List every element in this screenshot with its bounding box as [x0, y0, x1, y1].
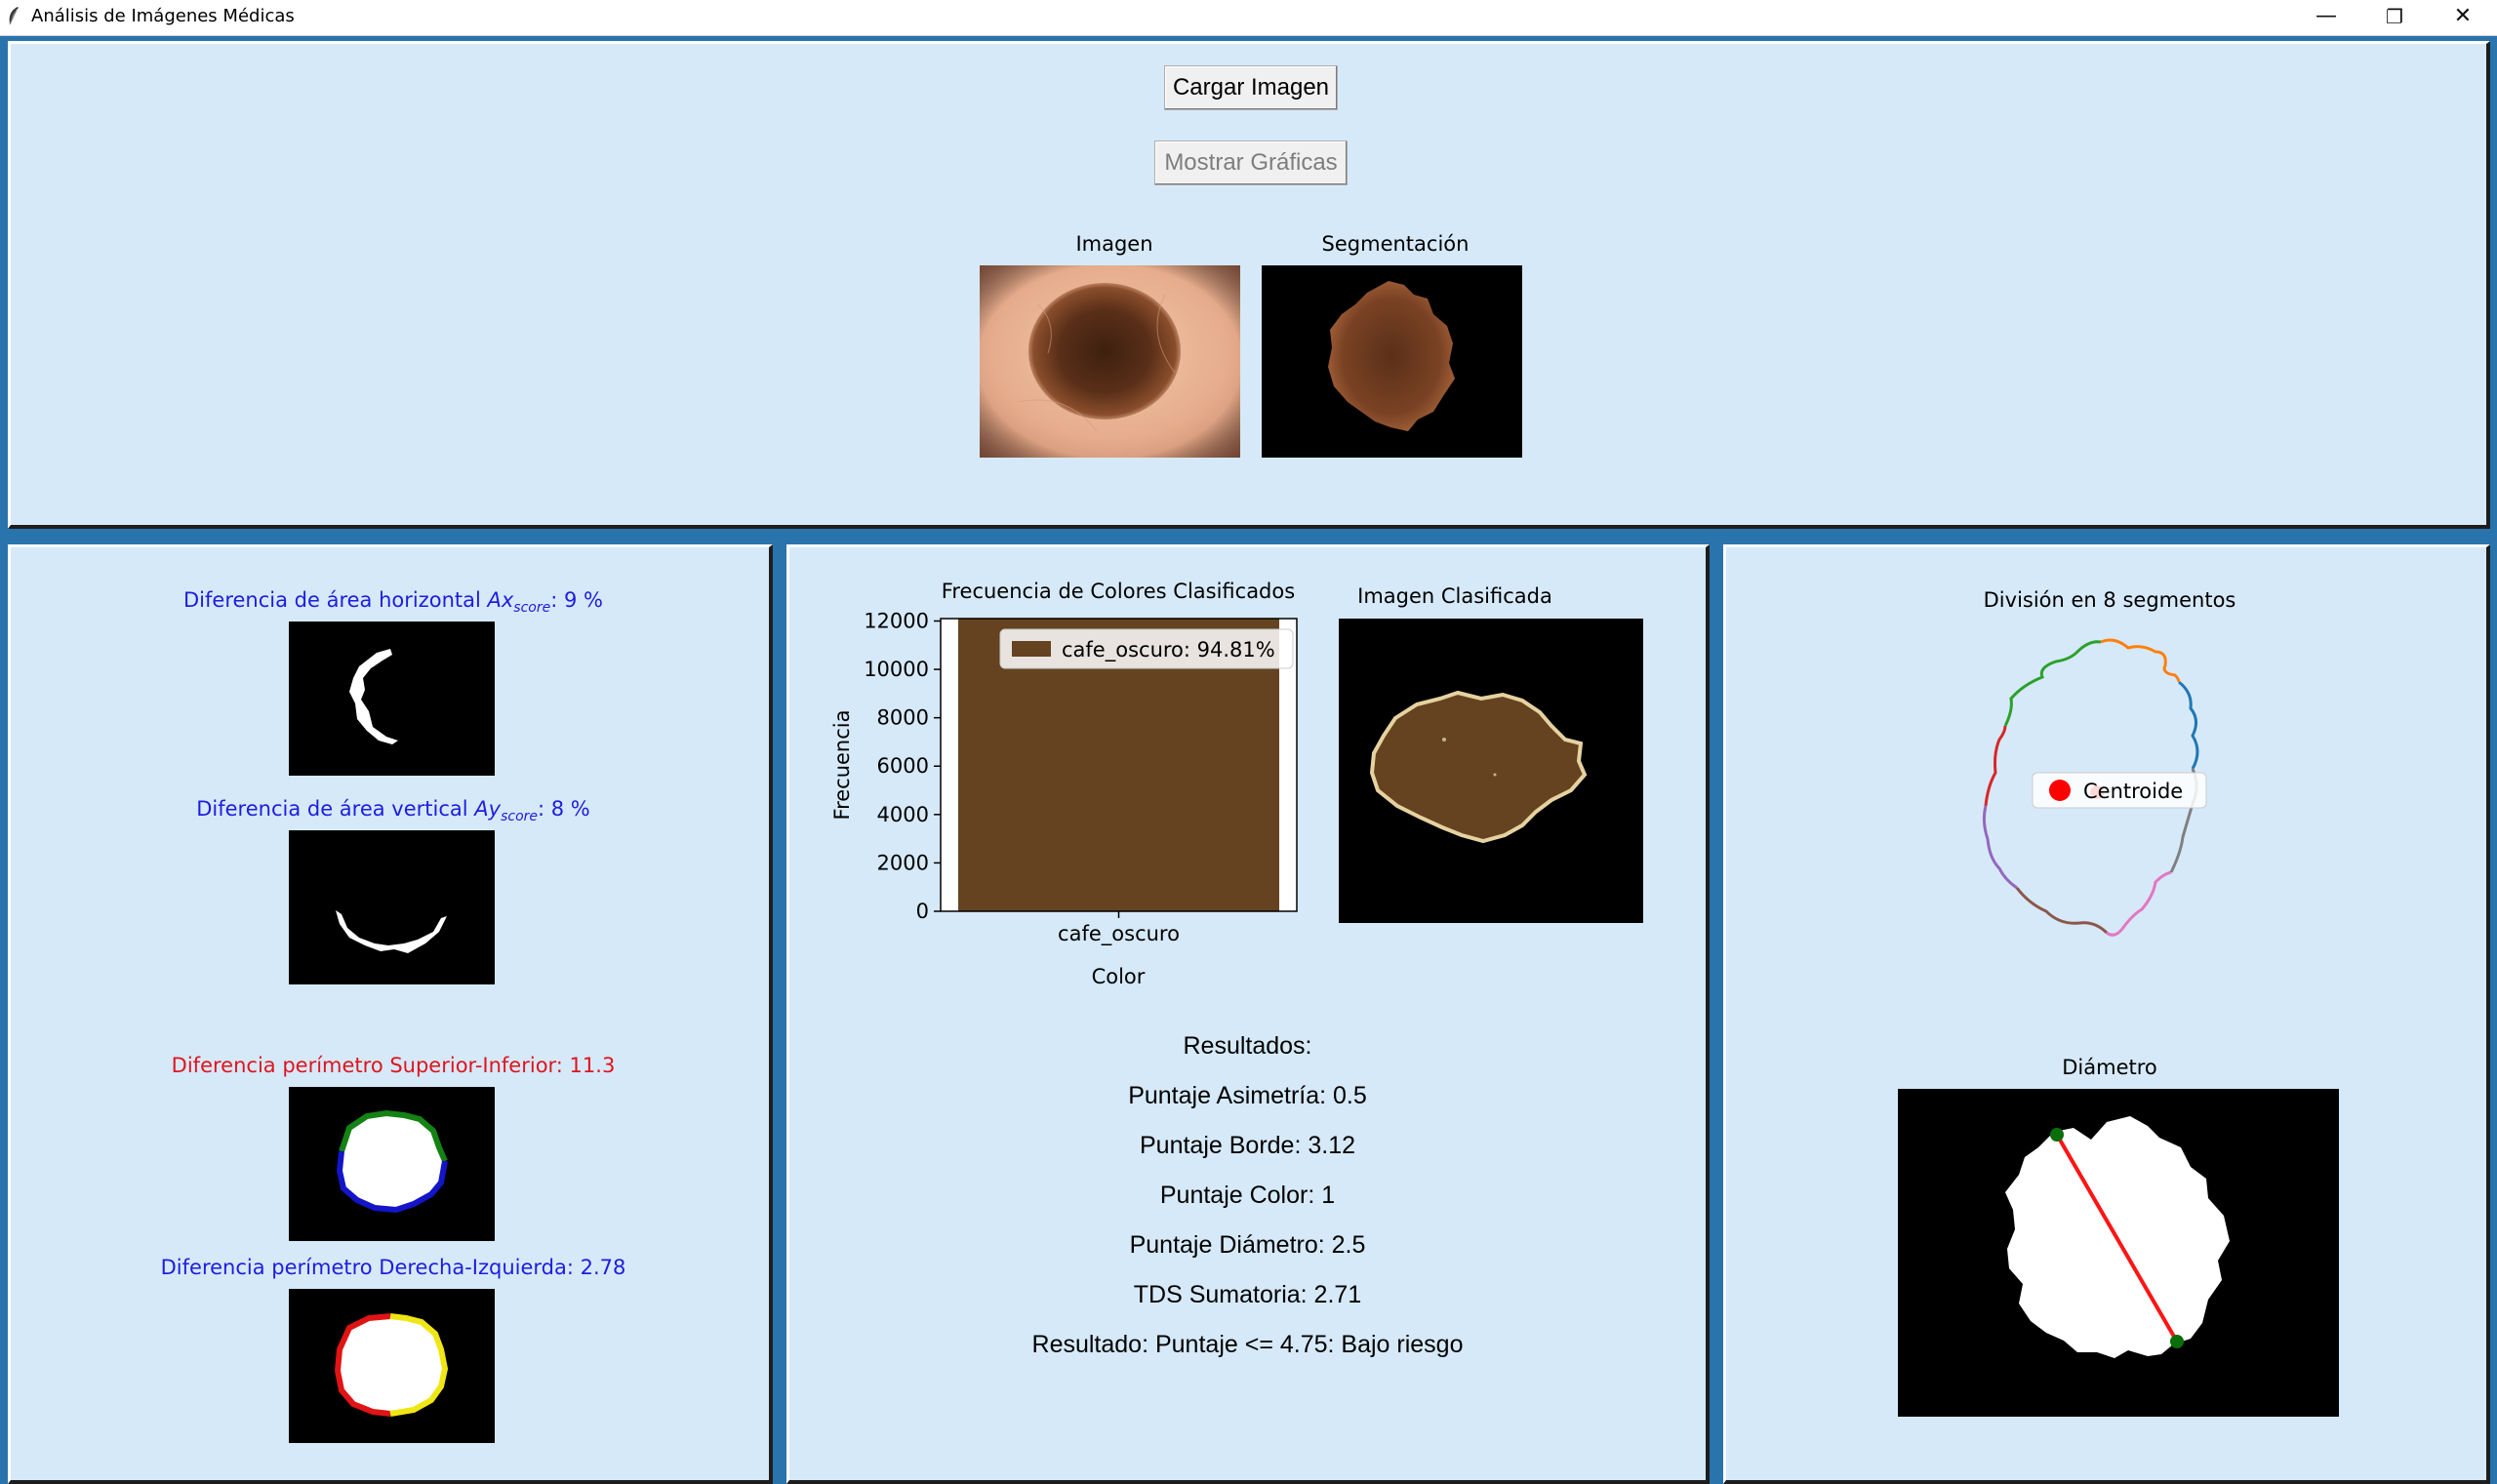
x-axis-label: Color — [1092, 965, 1146, 988]
window-title: Análisis de Imágenes Médicas — [31, 6, 295, 26]
color-score: Puntaje Color: 1 — [1159, 1182, 1336, 1209]
diameter-score: Puntaje Diámetro: 2.5 — [1129, 1231, 1366, 1259]
perimeter-top-bottom-image — [289, 1087, 495, 1241]
segments-legend: Centroide — [2032, 772, 2207, 809]
results-heading: Resultados: — [1183, 1032, 1312, 1060]
legend-swatch — [1012, 641, 1051, 657]
color-results-panel: Frecuencia de Colores Clasificados 0 2000… — [786, 544, 1710, 1484]
border-score: Puntaje Borde: 3.12 — [1140, 1132, 1355, 1159]
close-button[interactable]: ✕ — [2429, 0, 2497, 35]
diameter-endpoint-bottom — [2170, 1335, 2184, 1348]
load-image-button[interactable]: Cargar Imagen — [1164, 65, 1338, 110]
x-tick-label: cafe_oscuro — [1058, 922, 1180, 946]
segmentation-image — [1262, 265, 1522, 458]
app-feather-icon — [9, 7, 19, 25]
title-bar: Análisis de Imágenes Médicas — ❐ ✕ — [0, 0, 2497, 36]
y-tick-label: 10000 — [864, 658, 929, 681]
perimeter-right-left-image — [289, 1289, 495, 1443]
segment-4 — [1984, 725, 2007, 807]
classified-image-title: Imagen Clasificada — [1357, 584, 1552, 608]
legend-label: cafe_oscuro: 94.81% — [1062, 638, 1275, 662]
segment-7 — [2106, 870, 2172, 937]
perimeter-right-left-label: Diferencia perímetro Derecha-Izquierda: … — [160, 1256, 626, 1279]
y-tick-label: 4000 — [877, 803, 929, 826]
diameter-image — [1898, 1089, 2339, 1417]
minimize-button[interactable]: — — [2292, 0, 2360, 35]
segment-3 — [2003, 640, 2102, 727]
horizontal-diff-image — [289, 622, 495, 776]
y-tick-label: 2000 — [877, 851, 929, 874]
asymmetry-score: Puntaje Asimetría: 0.5 — [1128, 1082, 1367, 1109]
segments-plot: Centroide — [1982, 638, 2207, 937]
segmentation-title: Segmentación — [1321, 232, 1470, 256]
diameter-title: Diámetro — [2062, 1056, 2157, 1079]
color-frequency-chart: Frecuencia de Colores Clasificados 0 2000… — [830, 580, 1298, 988]
top-panel: Cargar Imagen Mostrar Gráficas Imagen Se… — [8, 41, 2490, 529]
chart-legend: cafe_oscuro: 94.81% — [999, 628, 1294, 669]
vertical-area-label: Diferencia de área vertical Ayscore: 8 % — [196, 797, 590, 825]
segments-title: División en 8 segmentos — [1983, 588, 2236, 612]
y-tick-label: 6000 — [877, 754, 929, 778]
horizontal-area-label: Diferencia de área horizontal Axscore: 9… — [183, 588, 603, 617]
perimeter-top-bottom-label: Diferencia perímetro Superior-Inferior: … — [171, 1054, 616, 1077]
classified-image — [1339, 619, 1643, 923]
show-charts-button[interactable]: Mostrar Gráficas — [1154, 140, 1348, 185]
y-tick-label: 12000 — [864, 609, 929, 632]
legend-centroid-label: Centroide — [2083, 780, 2183, 803]
y-tick-label: 8000 — [877, 706, 929, 730]
asymmetry-panel: Diferencia de área horizontal Axscore: 9… — [8, 544, 773, 1484]
segment-6 — [2015, 887, 2109, 935]
diameter-endpoint-top — [2050, 1128, 2064, 1142]
legend-centroid-marker — [2049, 780, 2071, 801]
tds-sum: TDS Sumatoria: 2.71 — [1133, 1281, 1362, 1308]
y-tick-label: 0 — [916, 900, 929, 923]
image-title: Imagen — [1075, 232, 1153, 256]
segment-2 — [2100, 638, 2181, 683]
chart-title: Frecuencia de Colores Clasificados — [942, 580, 1295, 603]
vertical-diff-image — [289, 830, 495, 984]
segments-diameter-panel: División en 8 segmentos Centroide Diámet… — [1723, 544, 2490, 1484]
final-result: Resultado: Puntaje <= 4.75: Bajo riesgo — [1031, 1331, 1464, 1358]
y-axis-label: Frecuencia — [830, 710, 854, 821]
original-image — [980, 265, 1240, 458]
segment-5 — [1982, 805, 2018, 890]
segment-1 — [2178, 680, 2199, 770]
restore-button[interactable]: ❐ — [2360, 0, 2429, 35]
